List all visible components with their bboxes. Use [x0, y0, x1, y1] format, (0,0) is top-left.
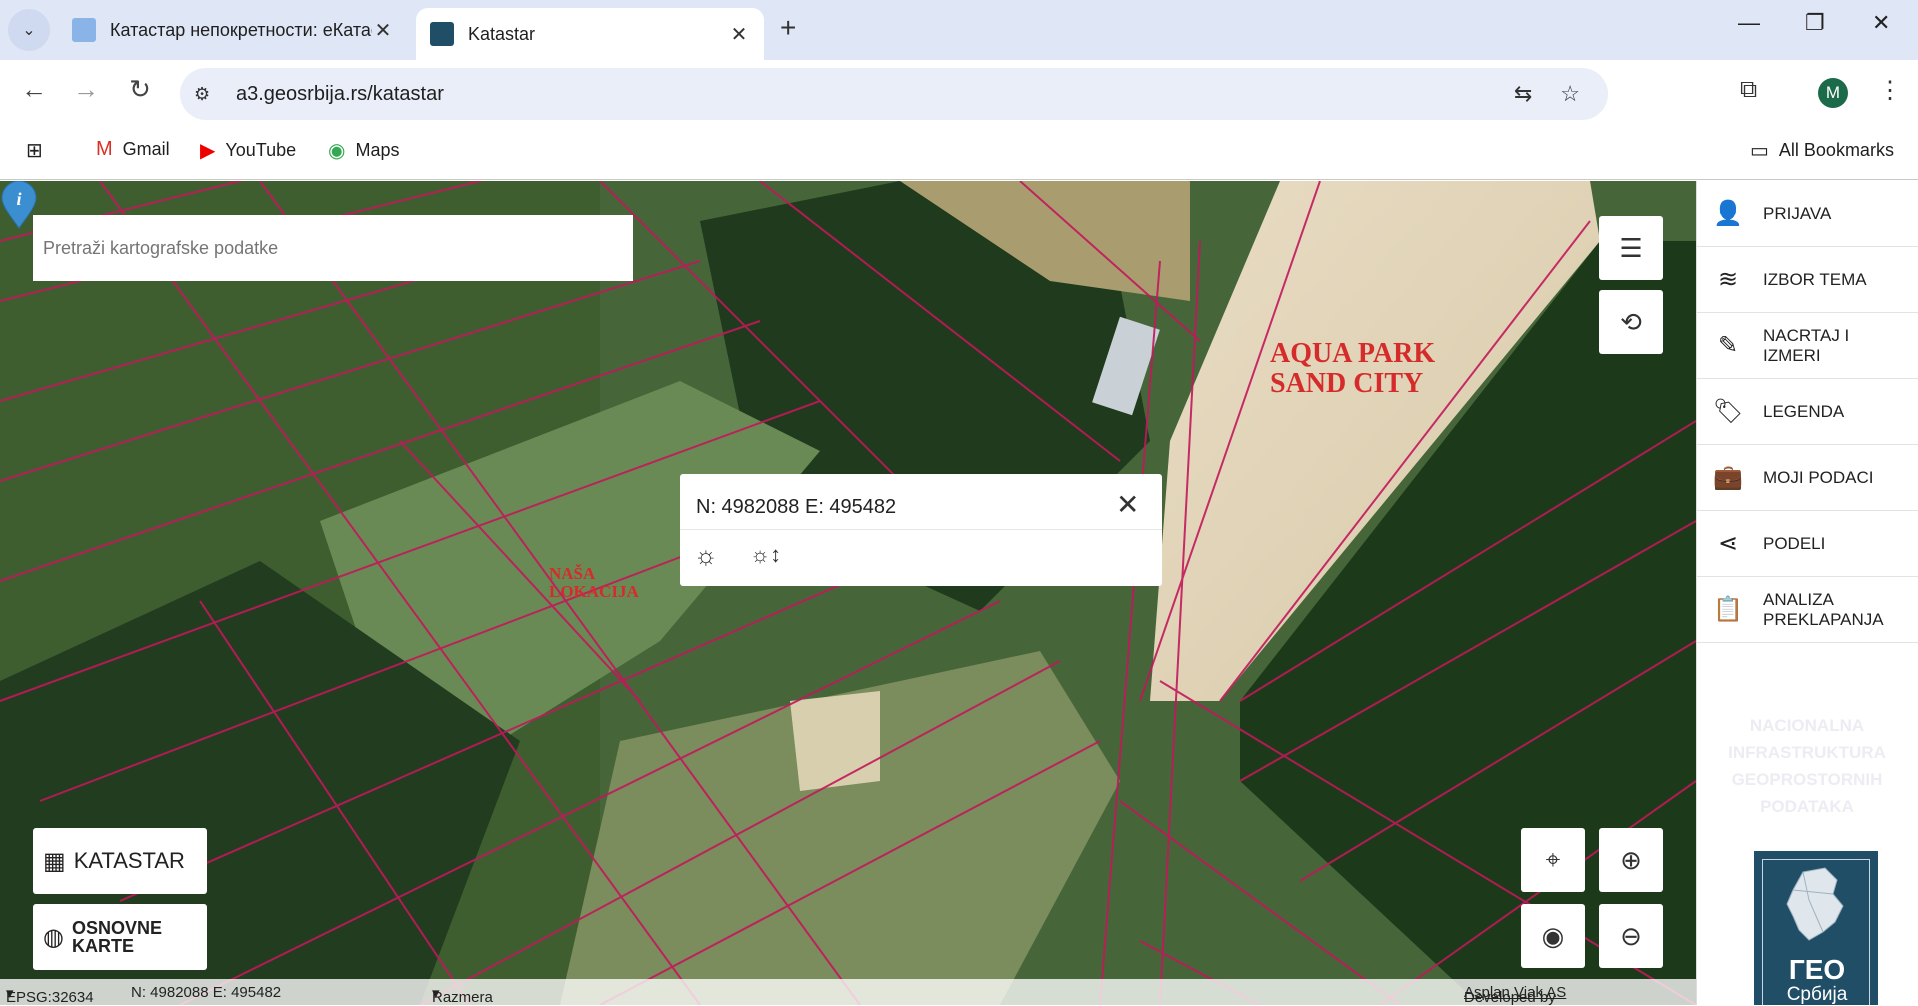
bookmark-gmail[interactable]: M Gmail [96, 138, 170, 161]
popup-divider [680, 529, 1162, 530]
scale-selector[interactable]: Razmera 1 : 2 500 ▾ [432, 984, 493, 1005]
map-search-input[interactable] [33, 215, 633, 281]
geo-srbija-logo[interactable]: ГЕО Србија [1754, 851, 1878, 1005]
user-icon: 👤 [1713, 200, 1743, 227]
site-settings-icon[interactable]: ⚙ [194, 84, 218, 105]
tab-strip: ⌄ Катастар непокретности: еКатастар ✕ Ka… [0, 0, 1918, 60]
sidebar-item-prijava[interactable]: 👤 PRIJAVA [1697, 181, 1918, 247]
coordinate-popup: N: 4982088 E: 495482 ✕ ☼ ☼↕ [680, 474, 1162, 586]
layers-icon: ≋ [1717, 266, 1739, 293]
close-icon[interactable]: ✕ [372, 18, 394, 43]
extensions-icon[interactable]: ⧉ [1740, 76, 1757, 104]
sidebar-item-nacrtaj-i-izmeri[interactable]: ✎ NACRTAJ I IZMERI [1697, 313, 1918, 379]
apps-grid-icon[interactable]: ⊞ [26, 138, 53, 163]
sidebar-item-analiza-preklapanja[interactable]: 📋 ANALIZA PREKLAPANJA [1697, 577, 1918, 643]
globe-icon: ◍ [43, 923, 64, 951]
crosshair-icon: ⌖ [1545, 844, 1561, 874]
youtube-icon: ▶ [200, 140, 216, 162]
pin-info-glyph: i [16, 189, 21, 209]
geolocate-button[interactable]: ⌖ [1521, 828, 1585, 892]
tab-ekatastar[interactable]: Катастар непокретности: еКатастар ✕ [58, 8, 408, 52]
plus-circle-icon: ⊕ [1620, 844, 1642, 875]
epsg-selector[interactable]: EPSG:32634 ▾ [6, 984, 94, 1005]
folder-icon: ▭ [1750, 140, 1769, 162]
geo-favicon-icon [430, 22, 454, 46]
bookmark-youtube[interactable]: ▶ YouTube [200, 138, 296, 163]
menu-dots-icon[interactable]: ⋮ [1878, 76, 1902, 105]
restore-icon[interactable]: ❐ [1805, 10, 1825, 36]
bookmarks-bar: ⊞ M Gmail ▶ YouTube ◉ Maps ▭ All Bookmar… [0, 128, 1918, 180]
nasa-lokacija-label: NAŠA LOKACIJA [549, 564, 639, 601]
map-canvas[interactable]: AQUA PARK SAND CITY NAŠA LOKACIJA i ☰ ⟲ … [0, 181, 1696, 1005]
nigp-caption: NACIONALNA INFRASTRUKTURA GEOPROSTORNIH … [1728, 716, 1886, 816]
tab-title: Katastar [468, 23, 536, 44]
globe-view-button[interactable]: ◉ [1521, 904, 1585, 968]
cursor-coordinates: N: 4982088 E: 495482 [131, 984, 282, 1001]
zoom-out-button[interactable]: ⊖ [1599, 904, 1663, 968]
translate-icon[interactable]: ⇆ [1514, 81, 1532, 107]
close-icon[interactable]: ✕ [728, 22, 750, 47]
sidebar-item-moji-podaci[interactable]: 💼 MOJI PODACI [1697, 445, 1918, 511]
url-text[interactable]: a3.geosrbija.rs/katastar [236, 83, 1514, 106]
rotate-reset-button[interactable]: ⟲ [1599, 290, 1663, 354]
bookmark-maps[interactable]: ◉ Maps [328, 138, 399, 163]
close-icon[interactable]: ✕ [1116, 488, 1139, 521]
new-tab-plus-icon[interactable]: + [780, 12, 796, 44]
aqua-park-label: AQUA PARK SAND CITY [1270, 338, 1436, 399]
hamburger-icon: ☰ [1619, 232, 1643, 263]
chevron-down-icon: ⌄ [22, 22, 36, 39]
tab-search-button[interactable]: ⌄ [8, 9, 50, 51]
zoom-in-button[interactable]: ⊕ [1599, 828, 1663, 892]
map-icon: ▦ [43, 847, 66, 875]
pencil-icon: ✎ [1717, 332, 1739, 359]
sidebar-item-izbor-tema[interactable]: ≋ IZBOR TEMA [1697, 247, 1918, 313]
satellite-imagery [0, 181, 1696, 1005]
reload-icon[interactable]: ↻ [120, 74, 160, 105]
sidebar-item-podeli[interactable]: ⋖ PODELI [1697, 511, 1918, 577]
tag-icon: 🏷 [1713, 398, 1744, 425]
briefcase-icon: 💼 [1713, 464, 1743, 491]
globe-icon: ◉ [1541, 920, 1565, 951]
back-arrow-icon[interactable]: ← [14, 74, 54, 105]
serbia-map-icon [1786, 867, 1844, 941]
sun-adjust-icon[interactable]: ☼↕ [750, 542, 781, 568]
window-close-icon[interactable]: ✕ [1872, 10, 1890, 36]
map-status-bar: EPSG:32634 ▾ N: 4982088 E: 495482 Razmer… [0, 979, 1696, 1005]
clipboard-icon: 📋 [1713, 596, 1743, 623]
katastar-button[interactable]: ▦ KATASTAR [33, 828, 207, 894]
sun-icon[interactable]: ☼ [694, 540, 718, 571]
developer-credit: Developed by Asplan Viak AS [1464, 984, 1567, 1005]
document-favicon-icon [72, 18, 96, 42]
minimize-icon[interactable]: — [1738, 10, 1760, 36]
sidebar-item-legenda[interactable]: 🏷 LEGENDA [1697, 379, 1918, 445]
star-icon[interactable]: ☆ [1560, 81, 1580, 107]
profile-avatar[interactable]: M [1818, 78, 1848, 108]
address-bar[interactable]: ⚙ a3.geosrbija.rs/katastar ⇆ ☆ [180, 68, 1608, 120]
forward-arrow-icon[interactable]: → [66, 74, 106, 105]
maps-pin-icon: ◉ [328, 140, 346, 162]
all-bookmarks-button[interactable]: ▭ All Bookmarks [1750, 138, 1894, 163]
browser-toolbar: ← → ↻ ⚙ a3.geosrbija.rs/katastar ⇆ ☆ ⧉ ⋮ [0, 60, 1918, 128]
osnovne-karte-button[interactable]: ◍ OSNOVNE KARTE [33, 904, 207, 970]
share-icon: ⋖ [1717, 530, 1739, 557]
tab-title: Катастар непокретности: еКатастар [110, 19, 372, 40]
tab-katastar[interactable]: Katastar ✕ [416, 8, 764, 60]
rotate-icon: ⟲ [1620, 306, 1642, 337]
popup-coordinates: N: 4982088 E: 495482 [696, 496, 897, 518]
menu-toggle-button[interactable]: ☰ [1599, 216, 1663, 280]
minus-circle-icon: ⊖ [1620, 920, 1642, 951]
gmail-icon: M [96, 138, 113, 160]
